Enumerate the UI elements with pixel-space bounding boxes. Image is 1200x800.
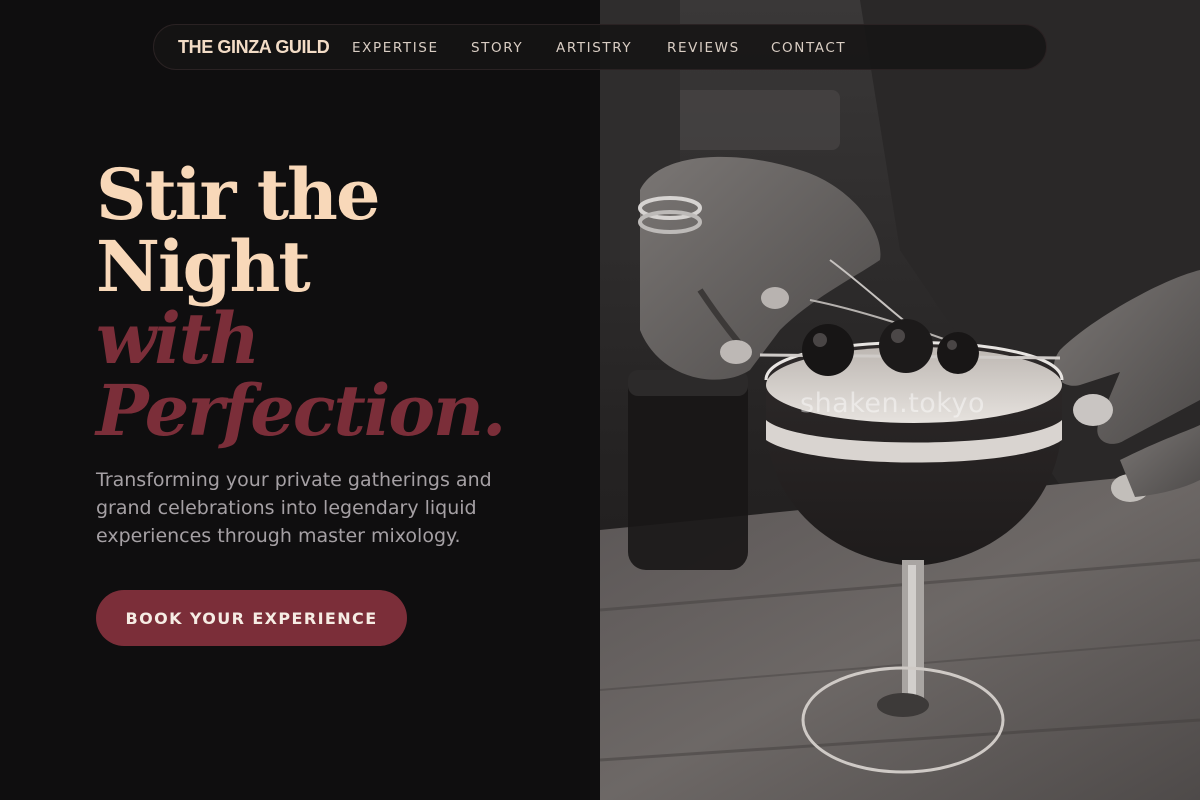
hero-headline-line-1: Stir the: [96, 153, 380, 236]
hero-headline-line-3: with: [96, 297, 260, 380]
nav-link-story[interactable]: STORY: [471, 40, 523, 56]
nav-link-reviews[interactable]: REVIEWS: [667, 40, 740, 56]
hero-headline-line-2: Night: [96, 225, 311, 308]
nav-link-expertise[interactable]: EXPERTISE: [352, 40, 439, 56]
book-experience-button[interactable]: BOOK YOUR EXPERIENCE: [96, 590, 407, 646]
image-watermark: shaken.tokyo: [800, 388, 985, 419]
brand-logo-text[interactable]: THE GINZA GUILD: [178, 37, 330, 58]
nav-link-contact[interactable]: CONTACT: [771, 40, 846, 56]
top-navbar: THE GINZA GUILD EXPERTISE STORY ARTISTRY…: [153, 24, 1047, 70]
hero-subtitle: Transforming your private gatherings and…: [96, 469, 492, 547]
nav-link-artistry[interactable]: ARTISTRY: [556, 40, 632, 56]
hero-headline-line-4: Perfection.: [96, 369, 506, 452]
